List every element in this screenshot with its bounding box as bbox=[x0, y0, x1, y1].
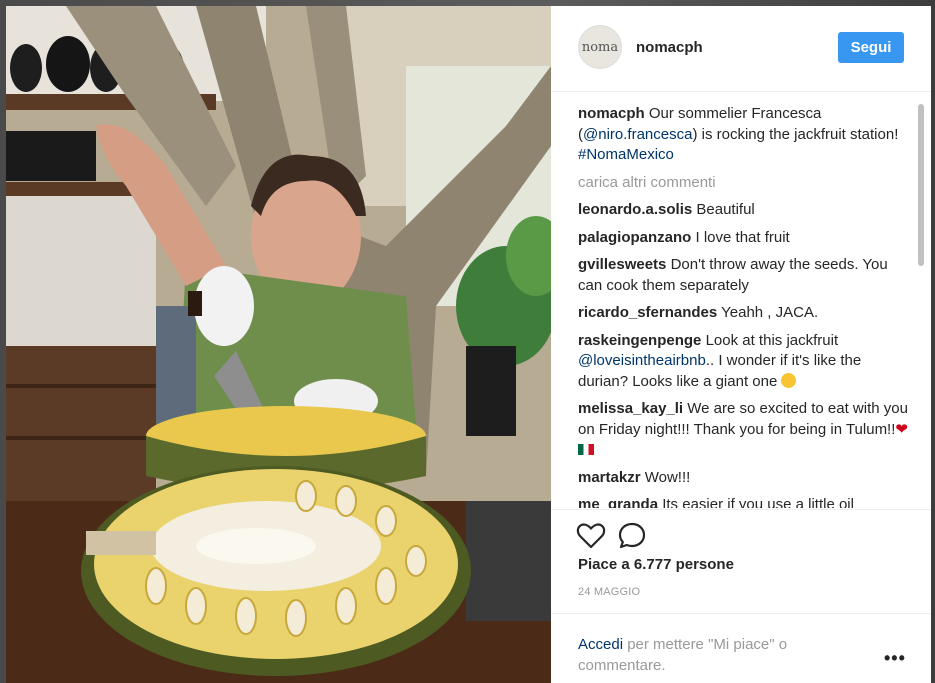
likes-count[interactable]: Piace a 6.777 persone bbox=[578, 556, 734, 573]
caption-username[interactable]: nomacph bbox=[578, 105, 645, 122]
comment-username[interactable]: gvillesweets bbox=[578, 256, 666, 273]
comment-username[interactable]: ricardo_sfernandes bbox=[578, 304, 717, 321]
avatar[interactable]: noma bbox=[578, 25, 622, 69]
comment-item: palagiopanzano I love that fruit bbox=[578, 228, 908, 249]
post-date: 24 MAGGIO bbox=[578, 586, 641, 598]
caption: nomacph Our sommelier Francesca (@niro.f… bbox=[578, 104, 908, 166]
comment-item: ricardo_sfernandes Yeahh , JACA. bbox=[578, 303, 908, 324]
comment-item: melissa_kay_li We are so excited to eat … bbox=[578, 399, 908, 461]
comment-username[interactable]: raskeingenpenge bbox=[578, 332, 701, 349]
comment-username[interactable]: martakzr bbox=[578, 469, 641, 486]
comment-text: Yeahh , JACA. bbox=[721, 304, 819, 321]
post-header: noma nomacph Segui bbox=[551, 6, 931, 92]
comment-username[interactable]: me_granda bbox=[578, 496, 658, 508]
comment-username[interactable]: palagiopanzano bbox=[578, 229, 691, 246]
comments-list[interactable]: nomacph Our sommelier Francesca (@niro.f… bbox=[578, 104, 908, 508]
load-more-comments[interactable]: carica altri commenti bbox=[578, 173, 908, 194]
mexico-flag-icon bbox=[578, 444, 594, 455]
comment-item: gvillesweets Don't throw away the seeds.… bbox=[578, 255, 908, 296]
comment-text: Wow!!! bbox=[644, 468, 691, 486]
jackfruit-photo bbox=[6, 6, 551, 683]
heart-icon[interactable] bbox=[575, 520, 607, 552]
login-prompt: Accedi per mettere "Mi piace" o commenta… bbox=[551, 613, 931, 683]
caption-mention[interactable]: @niro.francesca bbox=[583, 126, 692, 143]
smile-emoji-icon bbox=[781, 372, 797, 388]
comment-item: martakzr Wow!!! bbox=[578, 468, 908, 489]
post-modal: noma nomacph Segui nomacph Our sommelier… bbox=[6, 6, 931, 683]
comment-item: leonardo.a.solis Beautiful bbox=[578, 200, 908, 221]
comment-item: me_granda Its easier if you use a little… bbox=[578, 495, 908, 508]
comment-text: I love that fruit bbox=[695, 228, 790, 246]
post-username[interactable]: nomacph bbox=[636, 39, 703, 56]
comment-item: raskeingenpenge Look at this jackfruit @… bbox=[578, 331, 908, 393]
comment-text: Beautiful bbox=[696, 201, 755, 218]
caption-text-after: ) is rocking the jackfruit station! bbox=[692, 125, 899, 143]
comment-text-before: Look at this jackfruit bbox=[705, 331, 839, 349]
action-bar bbox=[551, 509, 931, 549]
comment-icon[interactable] bbox=[616, 520, 648, 552]
avatar-logo-text: noma bbox=[581, 39, 619, 55]
login-link[interactable]: Accedi bbox=[578, 636, 623, 653]
comment-username[interactable]: leonardo.a.solis bbox=[578, 201, 692, 218]
comment-username[interactable]: melissa_kay_li bbox=[578, 400, 683, 417]
comment-mention[interactable]: @loveisintheairbnb bbox=[578, 352, 706, 369]
caption-hashtag[interactable]: #NomaMexico bbox=[578, 146, 674, 163]
post-photo[interactable] bbox=[6, 6, 551, 683]
follow-button[interactable]: Segui bbox=[838, 32, 904, 63]
heart-emoji-icon: ❤ bbox=[895, 420, 908, 438]
login-text-block: Accedi per mettere "Mi piace" o commenta… bbox=[578, 634, 848, 676]
comment-text: Its easier if you use a little oil bbox=[662, 496, 854, 508]
comments-scrollbar[interactable] bbox=[918, 104, 924, 266]
more-options-icon[interactable]: ••• bbox=[884, 648, 906, 669]
post-side-panel: noma nomacph Segui nomacph Our sommelier… bbox=[551, 6, 931, 683]
